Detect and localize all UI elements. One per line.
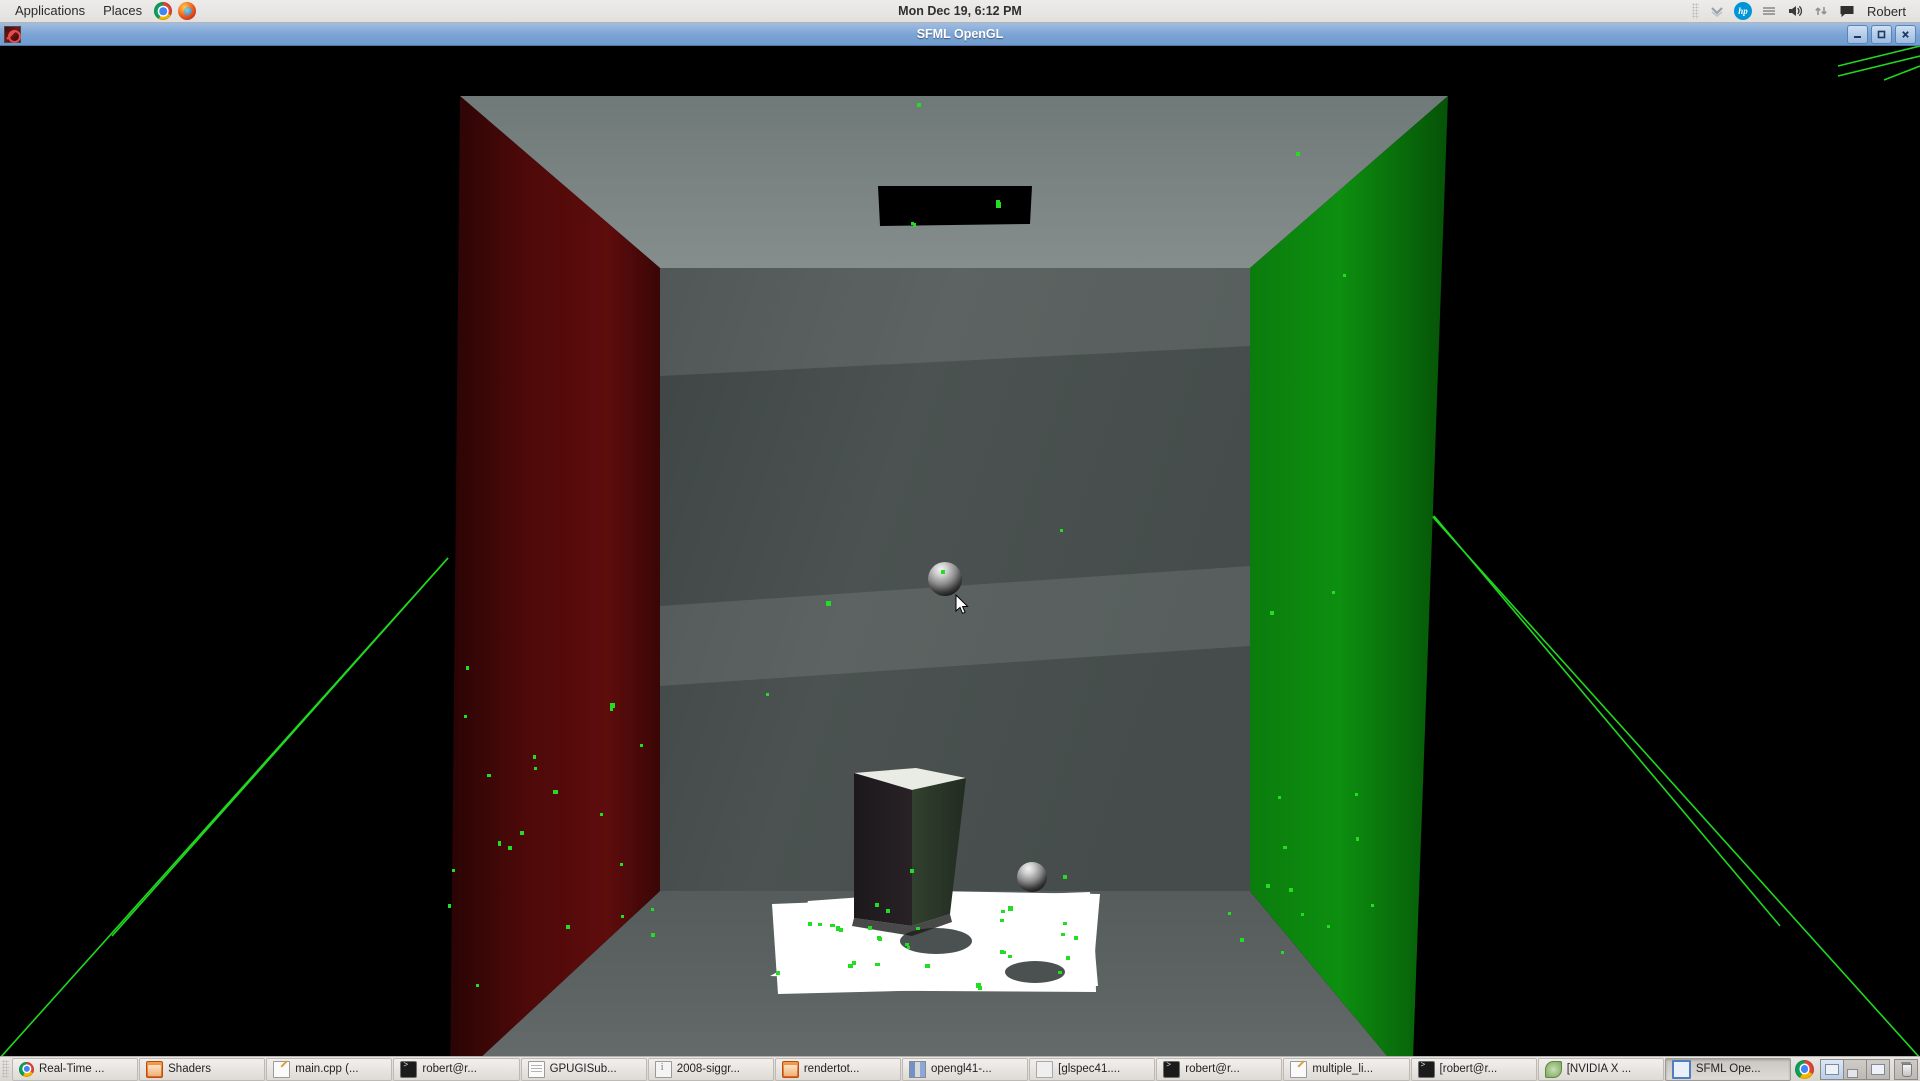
workspace-2[interactable] (1844, 1059, 1867, 1079)
terminal-icon (400, 1060, 418, 1078)
ceiling-light-panel (878, 186, 1032, 226)
sfml-app-icon[interactable] (4, 25, 21, 43)
clock[interactable]: Mon Dec 19, 6:12 PM (0, 4, 1920, 18)
taskbar-item-label: Shaders (168, 1063, 211, 1075)
window-title: SFML OpenGL (916, 27, 1004, 41)
taskbar-item-label: robert@r... (1185, 1063, 1240, 1075)
chevron-down-icon[interactable] (1708, 2, 1726, 20)
workspace-thumb (1871, 1063, 1885, 1075)
taskbar-item-4[interactable]: GPUGISub... (520, 1057, 647, 1081)
applications-menu[interactable]: Applications (6, 0, 94, 22)
book-icon (908, 1060, 926, 1078)
user-menu[interactable]: Robert (1861, 4, 1912, 19)
top-panel-left: Applications Places (0, 0, 199, 22)
opengl-viewport[interactable] (0, 46, 1920, 1058)
workspace-thumb (1825, 1063, 1839, 1075)
taskbar-item-label: [robert@r... (1439, 1063, 1498, 1075)
taskbar-item-0[interactable]: Real-Time ... (12, 1057, 139, 1081)
taskbar-item-label: robert@r... (422, 1063, 477, 1075)
taskbar-item-label: 2008-siggr... (676, 1063, 740, 1075)
taskbar-item-label: opengl41-... (930, 1063, 992, 1075)
taskbar-item-9[interactable]: robert@r... (1156, 1057, 1283, 1081)
pdf-icon (654, 1060, 672, 1078)
taskbar-item-11[interactable]: [robert@r... (1410, 1057, 1537, 1081)
volume-icon[interactable] (1786, 2, 1804, 20)
nvidia-icon (1544, 1060, 1562, 1078)
chrome-icon[interactable] (154, 2, 173, 20)
chat-bubble-icon[interactable] (1838, 2, 1856, 20)
window-controls (1847, 24, 1920, 44)
taskbar-item-label: Real-Time ... (39, 1063, 105, 1075)
taskbar: Real-Time ... Shaders main.cpp (... robert@… (0, 1056, 1920, 1081)
cornell-box-scene (0, 46, 1920, 1058)
workspace-1[interactable] (1821, 1059, 1844, 1079)
taskbar-grip-icon (2, 1060, 9, 1078)
places-menu[interactable]: Places (94, 0, 151, 22)
taskbar-item-7[interactable]: opengl41-... (901, 1057, 1029, 1081)
window-titlebar[interactable]: SFML OpenGL (0, 22, 1920, 46)
close-button[interactable] (1895, 24, 1916, 44)
grip-icon (1691, 3, 1699, 19)
editor-icon (1290, 1060, 1308, 1078)
taskbar-item-5[interactable]: 2008-siggr... (647, 1057, 774, 1081)
sfml-window: SFML OpenGL (0, 22, 1920, 1058)
floor-sphere-shadow (1005, 961, 1065, 983)
trash-icon[interactable] (1894, 1058, 1918, 1080)
terminal-icon (1417, 1060, 1435, 1078)
editor-icon (273, 1060, 291, 1078)
folder-icon (781, 1060, 799, 1078)
taskbar-item-label: GPUGISub... (549, 1063, 617, 1075)
taskbar-item-label: multiple_li... (1312, 1063, 1374, 1075)
taskbar-tray (1792, 1058, 1920, 1080)
minimize-button[interactable] (1847, 24, 1868, 44)
window-icon (1671, 1059, 1691, 1079)
workspace-switcher[interactable] (1820, 1058, 1890, 1080)
taskbar-item-label: main.cpp (... (295, 1063, 359, 1075)
hp-logo-icon[interactable]: hp (1733, 2, 1752, 20)
window-list: Real-Time ... Shaders main.cpp (... robert@… (12, 1057, 1792, 1081)
top-panel: Applications Places Mon Dec 19, 6:12 PM … (0, 0, 1920, 23)
network-updown-icon[interactable] (1812, 2, 1830, 20)
list-icon[interactable] (1760, 2, 1778, 20)
workspace-thumb (1847, 1068, 1858, 1078)
blank-icon (1036, 1060, 1054, 1078)
taskbar-item-label: [NVIDIA X ... (1566, 1063, 1632, 1075)
terminal-icon (1163, 1060, 1181, 1078)
firefox-icon[interactable] (178, 2, 197, 20)
taskbar-item-label: rendertot... (803, 1063, 860, 1075)
taskbar-item-12[interactable]: [NVIDIA X ... (1537, 1057, 1664, 1081)
maximize-button[interactable] (1871, 24, 1892, 44)
box-left-face (854, 773, 912, 926)
top-panel-tray: hp Robert (1691, 2, 1920, 20)
document-icon (527, 1060, 545, 1078)
taskbar-item-3[interactable]: robert@r... (393, 1057, 520, 1081)
floating-sphere (928, 562, 962, 596)
floor-sphere (1017, 862, 1047, 892)
taskbar-item-10[interactable]: multiple_li... (1283, 1057, 1410, 1081)
chrome-icon[interactable] (1795, 1059, 1814, 1079)
taskbar-item-13[interactable]: SFML Ope... (1664, 1057, 1791, 1081)
workspace-3[interactable] (1867, 1059, 1889, 1079)
taskbar-item-2[interactable]: main.cpp (... (266, 1057, 393, 1081)
taskbar-item-8[interactable]: [glspec41.... (1029, 1057, 1156, 1081)
taskbar-item-1[interactable]: Shaders (139, 1057, 266, 1081)
folder-icon (146, 1060, 164, 1078)
taskbar-item-label: SFML Ope... (1695, 1063, 1761, 1075)
taskbar-item-6[interactable]: rendertot... (774, 1057, 901, 1081)
taskbar-item-label: [glspec41.... (1058, 1063, 1121, 1075)
chrome-icon (19, 1061, 34, 1077)
